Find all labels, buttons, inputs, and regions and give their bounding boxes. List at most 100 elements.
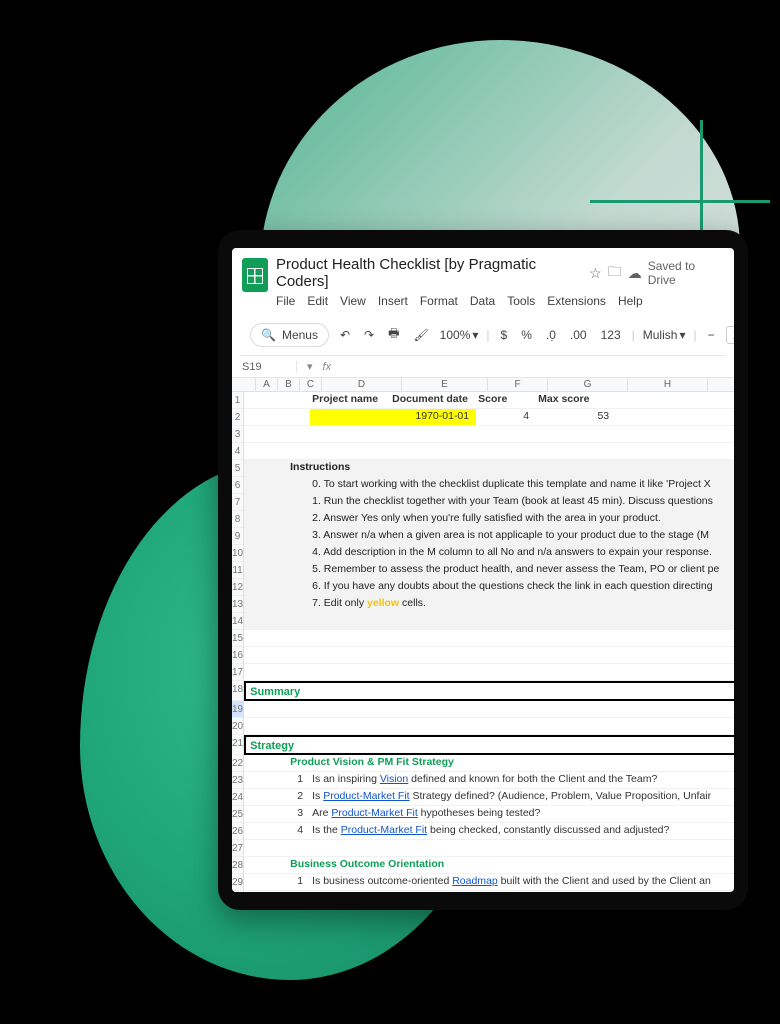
spreadsheet-grid[interactable]: A B C D E F G H 123456789101112131415161… [232,378,734,892]
table-row[interactable]: 2. Answer Yes only when you're fully sat… [244,511,734,528]
menus-chip[interactable]: 🔍 Menus [250,323,329,347]
row-number[interactable]: 19 [232,701,243,718]
hdr-maxscore[interactable]: Max score [536,392,616,408]
row-number[interactable]: 28 [232,857,243,874]
cells-area[interactable]: Project name Document date Score Max sco… [244,392,734,892]
dec-decrease-icon[interactable]: .0̣ [543,326,559,344]
row-number[interactable]: 18 [232,681,243,701]
cell-project[interactable] [310,409,390,425]
cloud-icon[interactable]: ☁ [628,265,642,282]
hdr-score[interactable]: Score [476,392,536,408]
table-row[interactable] [244,718,734,735]
table-row[interactable] [244,443,734,460]
row-number[interactable]: 17 [232,664,243,681]
row-number[interactable]: 16 [232,647,243,664]
column-headers[interactable]: A B C D E F G H [232,378,734,392]
link-pmf[interactable]: Product-Market Fit [331,807,417,819]
sheets-icon[interactable] [242,258,268,292]
print-icon[interactable]: 🖶 [385,322,402,347]
hdr-project[interactable]: Project name [310,392,390,408]
menu-view[interactable]: View [340,294,366,308]
name-box[interactable]: S19 [242,361,297,373]
menu-help[interactable]: Help [618,294,643,308]
row-number[interactable]: 13 [232,596,243,613]
table-row[interactable]: 4. Add description in the M column to al… [244,545,734,562]
col-d[interactable]: D [322,378,402,391]
row-number[interactable]: 21 [232,735,243,755]
document-title[interactable]: Product Health Checklist [by Pragmatic C… [276,256,583,290]
link-pmf[interactable]: Product-Market Fit [323,790,409,802]
dec-increase-icon[interactable]: .00 [567,326,590,344]
fontsize-minus[interactable]: − [705,326,718,344]
row-number[interactable]: 25 [232,806,243,823]
table-row[interactable] [244,664,734,681]
undo-icon[interactable]: ↶ [337,326,353,344]
col-g[interactable]: G [548,378,628,391]
row-number[interactable]: 22 [232,755,243,772]
col-a[interactable]: A [256,378,278,391]
row-numbers[interactable]: 1234567891011121314151617181920212223242… [232,392,244,892]
row-number[interactable]: 2 [232,409,243,426]
format-123-icon[interactable]: 123 [598,326,624,344]
row-number[interactable]: 7 [232,494,243,511]
cell-date[interactable]: 1970-01-01 [390,409,476,425]
row-number[interactable]: 9 [232,528,243,545]
row-number[interactable]: 23 [232,772,243,789]
col-c[interactable]: C [300,378,322,391]
table-row[interactable]: 1970-01-01 4 53 [244,409,734,426]
table-row[interactable]: 2 Is the product strategy driven by the … [244,891,734,892]
cell-score[interactable]: 4 [476,409,536,425]
row-number[interactable]: 8 [232,511,243,528]
table-row[interactable]: 1 Is an inspiring Vision defined and kno… [244,772,734,789]
table-row[interactable]: 3. Answer n/a when a given area is not a… [244,528,734,545]
percent-icon[interactable]: % [518,326,535,344]
zoom-select[interactable]: 100% ▾ [440,328,479,342]
currency-icon[interactable]: $ [498,326,511,344]
col-b[interactable]: B [278,378,300,391]
link-roadmap[interactable]: Roadmap [452,875,498,887]
row-number[interactable]: 15 [232,630,243,647]
table-row[interactable] [244,701,734,718]
summary-section[interactable]: Summary [244,681,734,701]
table-row[interactable]: 1 Is business outcome-oriented Roadmap b… [244,874,734,891]
table-row[interactable]: 7. Edit only yellow cells. [244,596,734,613]
menu-insert[interactable]: Insert [378,294,408,308]
table-row[interactable]: Product Vision & PM Fit Strategy [244,755,734,772]
table-row[interactable]: 0. To start working with the checklist d… [244,477,734,494]
chevron-down-icon[interactable]: ▾ [307,360,313,373]
menu-file[interactable]: File [276,294,295,308]
col-h[interactable]: H [628,378,708,391]
row-number[interactable]: 11 [232,562,243,579]
move-icon[interactable]: 🗀 [608,261,622,285]
menu-extensions[interactable]: Extensions [547,294,606,308]
row-number[interactable]: 10 [232,545,243,562]
row-number[interactable]: 26 [232,823,243,840]
table-row[interactable]: Project name Document date Score Max sco… [244,392,734,409]
row-number[interactable]: 14 [232,613,243,630]
row-number[interactable]: 12 [232,579,243,596]
table-row[interactable] [244,613,734,630]
table-row[interactable]: 5. Remember to assess the product health… [244,562,734,579]
row-number[interactable]: 1 [232,392,243,409]
table-row[interactable]: Instructions [244,460,734,477]
table-row[interactable]: 4 Is the Product-Market Fit being checke… [244,823,734,840]
table-row[interactable]: 2 Is Product-Market Fit Strategy defined… [244,789,734,806]
table-row[interactable]: 6. If you have any doubts about the ques… [244,579,734,596]
table-row[interactable]: 3 Are Product-Market Fit hypotheses bein… [244,806,734,823]
table-row[interactable] [244,426,734,443]
paint-format-icon[interactable]: 🖌 [410,326,431,344]
col-f[interactable]: F [488,378,548,391]
link-pmf[interactable]: Product-Market Fit [341,824,427,836]
menu-tools[interactable]: Tools [507,294,535,308]
row-number[interactable]: 5 [232,460,243,477]
row-number[interactable]: 4 [232,443,243,460]
table-row[interactable]: 1. Run the checklist together with your … [244,494,734,511]
table-row[interactable] [244,630,734,647]
table-row[interactable] [244,647,734,664]
table-row[interactable]: Summary [244,681,734,701]
strategy-section[interactable]: Strategy [244,735,734,755]
menu-format[interactable]: Format [420,294,458,308]
fontsize-value[interactable]: 10 [726,326,734,344]
row-number[interactable]: 27 [232,840,243,857]
row-number[interactable]: 3 [232,426,243,443]
